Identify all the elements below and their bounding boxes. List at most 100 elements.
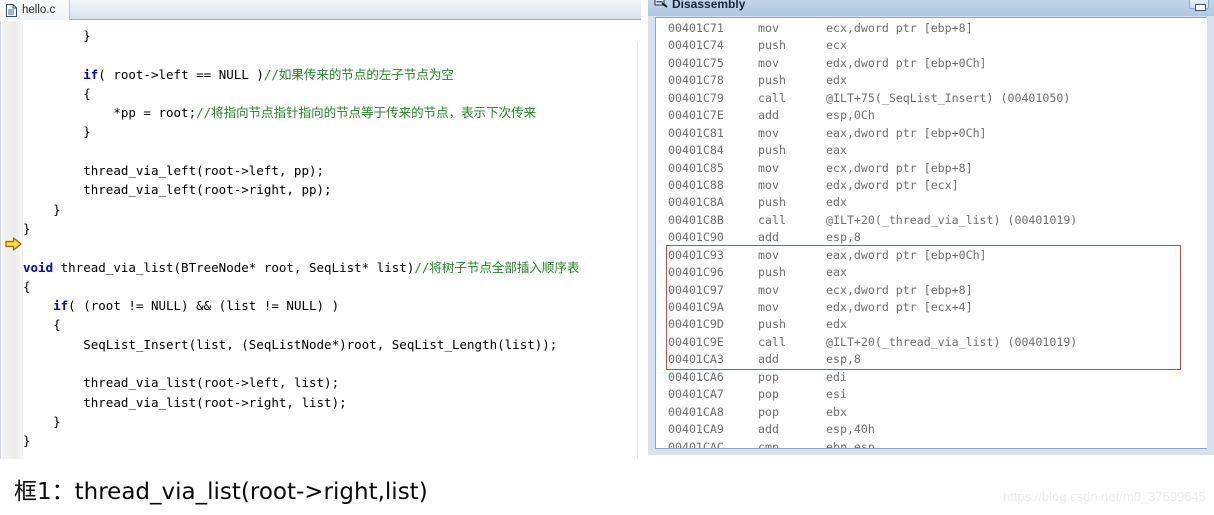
code-line: { [83,85,91,101]
instruction-mnemonic: push [758,38,786,53]
instruction-mnemonic: add [758,352,779,367]
disassembly-row[interactable]: 00401CA8 pop ebx [656,404,1207,421]
instruction-operands: ecx,dword ptr [ebp+8] [826,282,973,297]
disassembly-row[interactable]: 00401C78 push edx [656,72,1207,89]
instruction-operands: edi [826,369,847,384]
instruction-operands: esp,8 [826,230,861,245]
instruction-mnemonic: pop [758,369,779,384]
disassembly-row[interactable]: 00401C81 mov eax,dword ptr [ebp+0Ch] [656,125,1207,142]
code-line: } [23,433,31,449]
code-line: { [23,278,31,294]
code-line: *pp = root;//将指向节点指针指向的节点等于传来的节点，表示下次传来 [113,105,537,121]
instruction-address: 00401C96 [668,265,724,280]
editor-body: } if( root->left == NULL )//如果传来的节点的左子节点… [0,21,641,459]
disassembly-icon [654,0,668,13]
instruction-operands: eax [826,143,847,158]
instruction-address: 00401CA3 [668,352,724,367]
disassembly-row[interactable]: 00401C96 push eax [656,264,1207,281]
instruction-operands: edx,dword ptr [ebp+0Ch] [826,55,987,70]
disassembly-instruction-list[interactable]: 00401C71 mov ecx,dword ptr [ebp+8] 00401C74… [656,18,1207,449]
instruction-operands: @ILT+20(_thread_via_list) (00401019) [826,212,1078,227]
caption-label: 框1：thread_via_list(root->right,list) [14,479,428,505]
instruction-mnemonic: cmp [758,439,779,449]
instruction-operands: @ILT+75(_SeqList_Insert) (00401050) [826,90,1071,105]
instruction-operands: esp,40h [826,422,875,437]
watermark-text: https://blog.csdn.net/m0_37599645 [1002,489,1206,504]
disassembly-row[interactable]: 00401C84 push eax [656,142,1207,159]
disassembly-row[interactable]: 00401C7E add esp,0Ch [656,107,1207,124]
code-line: void thread_via_list(BTreeNode* root, Se… [23,259,580,275]
disassembly-row[interactable]: 00401C8A push edx [656,194,1207,211]
editor-right-edge [637,42,641,459]
code-line: thread_via_list(root->right, list); [83,394,347,410]
code-text-area[interactable]: } if( root->left == NULL )//如果传来的节点的左子节点… [23,21,641,459]
instruction-mnemonic: mov [758,55,779,70]
code-line: SeqList_Insert(list, (SeqListNode*)root,… [83,336,558,352]
disassembly-row[interactable]: 00401CA3 add esp,8 [656,351,1207,368]
disassembly-row[interactable]: 00401CA6 pop edi [656,369,1207,386]
instruction-address: 00401C74 [668,38,724,53]
instruction-address: 00401C93 [668,247,724,262]
restore-window-icon[interactable] [1189,0,1209,11]
instruction-mnemonic: mov [758,177,779,192]
instruction-address: 00401C9D [668,317,724,332]
instruction-operands: eax,dword ptr [ebp+0Ch] [826,125,987,140]
instruction-address: 00401C9E [668,334,724,349]
instruction-mnemonic: add [758,230,779,245]
instruction-mnemonic: add [758,422,779,437]
disassembly-row[interactable]: 00401C79 call @ILT+75(_SeqList_Insert) (00… [656,90,1207,107]
code-line: thread_via_list(root->left, list); [83,375,340,391]
instruction-mnemonic: call [758,90,786,105]
code-line: } [83,28,91,43]
disassembly-row[interactable]: 00401C9E call @ILT+20(_thread_via_list) (0… [656,334,1207,351]
editor-tab-strip: hello.c [0,0,641,20]
instruction-address: 00401C85 [668,160,724,175]
disassembly-title-bar[interactable]: Disassembly [648,0,1214,16]
instruction-address: 00401C71 [668,21,724,35]
disassembly-row[interactable]: 00401C90 add esp,8 [656,229,1207,246]
instruction-mnemonic: push [758,143,786,158]
disassembly-row[interactable]: 00401C9A mov edx,dword ptr [ecx+4] [656,299,1207,316]
instruction-mnemonic: mov [758,160,779,175]
instruction-address: 00401C88 [668,177,724,192]
disassembly-row[interactable]: 00401CA9 add esp,40h [656,421,1207,438]
instruction-mnemonic: mov [758,300,779,314]
instruction-address: 00401CA9 [668,422,724,437]
disassembly-row[interactable]: 00401C88 mov edx,dword ptr [ecx] [656,177,1207,194]
screenshot-root: hello.c } if( root->left == NULL )//如果传来… [0,0,1214,515]
disassembly-row[interactable]: 00401CAC cmp ebp,esp [656,439,1207,449]
disassembly-row[interactable]: 00401C75 mov edx,dword ptr [ebp+0Ch] [656,55,1207,72]
disassembly-client-area[interactable]: 00401C71 mov ecx,dword ptr [ebp+8] 00401C74… [655,17,1207,449]
instruction-operands: edx,dword ptr [ecx+4] [826,300,973,314]
disassembly-row[interactable]: 00401C85 mov ecx,dword ptr [ebp+8] [656,160,1207,177]
instruction-operands: ebx [826,404,847,419]
instruction-operands: ecx [826,38,847,53]
code-line: } [53,201,61,217]
disassembly-row[interactable]: 00401C9D push edx [656,316,1207,333]
tab-hello-c[interactable]: hello.c [0,0,71,20]
code-line: { [53,317,61,333]
disassembly-row[interactable]: 00401C74 push ecx [656,37,1207,54]
code-line: if( (root != NULL) && (list != NULL) ) [53,298,340,314]
instruction-address: 00401C97 [668,282,724,297]
instruction-address: 00401C90 [668,230,724,245]
disassembly-row[interactable]: 00401C97 mov ecx,dword ptr [ebp+8] [656,282,1207,299]
instruction-operands: ecx,dword ptr [ebp+8] [826,160,973,175]
disassembly-row[interactable]: 00401C93 mov eax,dword ptr [ebp+0Ch] [656,247,1207,264]
instruction-address: 00401C84 [668,143,724,158]
instruction-address: 00401C7E [668,108,724,123]
editor-gutter[interactable] [1,21,23,459]
instruction-address: 00401CAC [668,439,724,449]
instruction-mnemonic: push [758,73,786,88]
disassembly-row[interactable]: 00401C8B call @ILT+20(_thread_via_list) (0… [656,212,1207,229]
instruction-operands: esi [826,387,847,402]
disassembly-row[interactable]: 00401CA7 pop esi [656,386,1207,403]
instruction-address: 00401CA7 [668,387,724,402]
instruction-mnemonic: mov [758,282,779,297]
code-line: thread_via_left(root->right, pp); [83,182,332,198]
instruction-operands: ecx,dword ptr [ebp+8] [826,21,973,35]
disassembly-row[interactable]: 00401C71 mov ecx,dword ptr [ebp+8] [656,20,1207,37]
